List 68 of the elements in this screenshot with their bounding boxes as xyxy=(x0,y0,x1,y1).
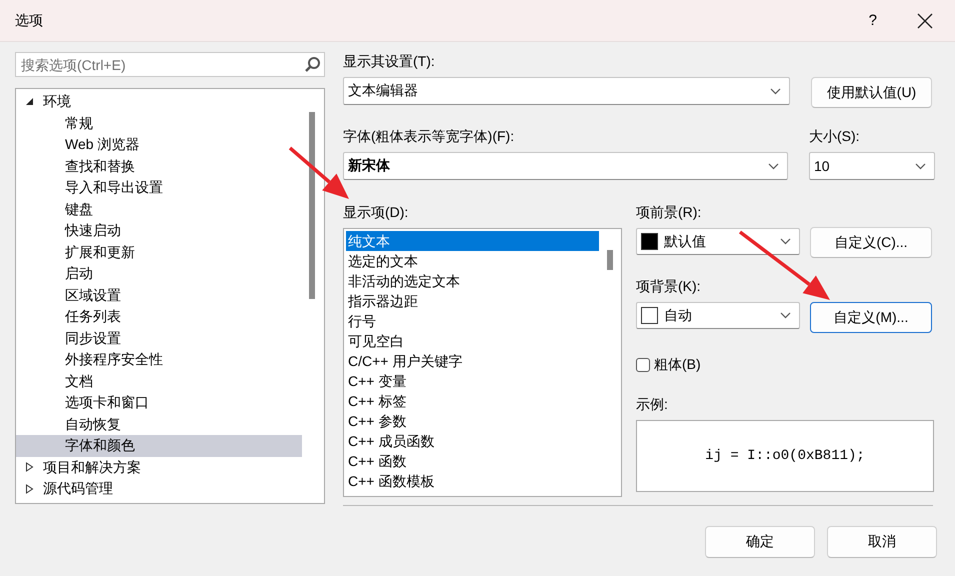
tree-item[interactable]: 任务列表 xyxy=(16,306,302,328)
field-label: 大小(S): xyxy=(809,128,860,146)
help-button[interactable]: ? xyxy=(868,12,877,29)
tree-item[interactable]: 源代码管理 xyxy=(16,478,302,500)
chevron-icon xyxy=(915,162,926,170)
dropdown[interactable]: 文本编辑器 xyxy=(343,77,790,105)
annotation-arrow xyxy=(288,146,349,199)
field-label: 项前景(R): xyxy=(636,204,702,222)
list-item[interactable]: C++ 参数 xyxy=(346,411,599,431)
collapse-triangle-icon[interactable] xyxy=(25,97,34,106)
field-label: 项背景(K): xyxy=(636,278,701,296)
scrollbar-thumb[interactable] xyxy=(607,250,613,270)
chevron-icon xyxy=(770,88,781,94)
chevron-icon xyxy=(780,312,791,319)
list-item[interactable]: 行号 xyxy=(346,311,599,331)
tree-item[interactable]: 外接程序安全性 xyxy=(16,349,302,370)
field-label: 显示项(D): xyxy=(343,204,408,222)
field-label: 显示其设置(T): xyxy=(343,53,435,71)
tree-item[interactable]: 选项卡和窗口 xyxy=(16,392,302,414)
dropdown[interactable]: 默认值 xyxy=(636,228,800,255)
list-item[interactable]: C++ 标签 xyxy=(346,391,599,411)
tree-item[interactable]: Web 浏览器 xyxy=(16,134,302,156)
checkbox-label[interactable]: 粗体(B) xyxy=(654,356,701,374)
chevron-icon xyxy=(780,238,791,245)
dropdown[interactable]: 自动 xyxy=(636,302,800,329)
scrollbar-thumb[interactable] xyxy=(309,112,315,299)
tree-item[interactable]: 字体和颜色 xyxy=(16,435,302,456)
customize-button[interactable]: 自定义(M)... xyxy=(810,302,932,333)
dropdown[interactable]: 10 xyxy=(809,152,935,180)
field-label: 示例: xyxy=(636,396,668,414)
tree-item[interactable]: 导入和导出设置 xyxy=(16,177,302,198)
dialog-button[interactable]: 取消 xyxy=(827,526,937,558)
list-item[interactable]: C++ 成员函数 xyxy=(346,431,599,451)
tree-item[interactable]: 区域设置 xyxy=(16,284,302,306)
tree-item[interactable]: 文档 xyxy=(16,370,302,392)
tree-item[interactable]: 键盘 xyxy=(16,198,302,220)
expand-triangle-icon[interactable] xyxy=(25,462,34,472)
list-item[interactable]: 非活动的选定文本 xyxy=(346,271,599,291)
list-item[interactable]: 可见空白 xyxy=(346,331,599,351)
tree-item[interactable]: 自动恢复 xyxy=(16,414,302,435)
list-item[interactable]: C++ 函数 xyxy=(346,451,599,471)
close-icon[interactable] xyxy=(917,12,933,28)
tree-item[interactable]: 启动 xyxy=(16,263,302,284)
checkbox[interactable] xyxy=(636,358,650,372)
tree-item[interactable]: 环境 xyxy=(16,91,302,112)
list-item[interactable]: C++ 函数模板 xyxy=(346,471,599,491)
tree-item[interactable]: 项目和解决方案 xyxy=(16,456,302,478)
dropdown[interactable]: 新宋体 xyxy=(343,152,788,180)
customize-button[interactable]: 自定义(C)... xyxy=(810,227,932,258)
window-title: 选项 xyxy=(15,12,44,30)
field-label: 字体(粗体表示等宽字体)(F): xyxy=(343,128,514,146)
tree-item[interactable]: 快速启动 xyxy=(16,220,302,242)
tree-item[interactable]: 同步设置 xyxy=(16,328,302,349)
search-field[interactable]: 搜索选项(Ctrl+E) xyxy=(15,52,325,77)
chevron-icon xyxy=(768,162,779,170)
list-item[interactable]: 纯文本 xyxy=(346,231,599,251)
list-item[interactable]: C++ 变量 xyxy=(346,371,599,391)
search-icon[interactable] xyxy=(304,56,321,73)
list-item[interactable]: 选定的文本 xyxy=(346,251,599,271)
list-item[interactable]: C/C++ 用户关键字 xyxy=(346,351,599,371)
dialog-button[interactable]: 确定 xyxy=(705,526,815,558)
list-item[interactable]: 指示器边距 xyxy=(346,291,599,311)
expand-triangle-icon[interactable] xyxy=(25,484,34,494)
sample-preview: ij = I::o0(0xB811); xyxy=(636,420,934,492)
tree-item[interactable]: 扩展和更新 xyxy=(16,242,302,263)
tree-item[interactable]: 查找和替换 xyxy=(16,156,302,177)
use-defaults-button[interactable]: 使用默认值(U) xyxy=(811,77,932,108)
tree-item[interactable]: 常规 xyxy=(16,112,302,134)
